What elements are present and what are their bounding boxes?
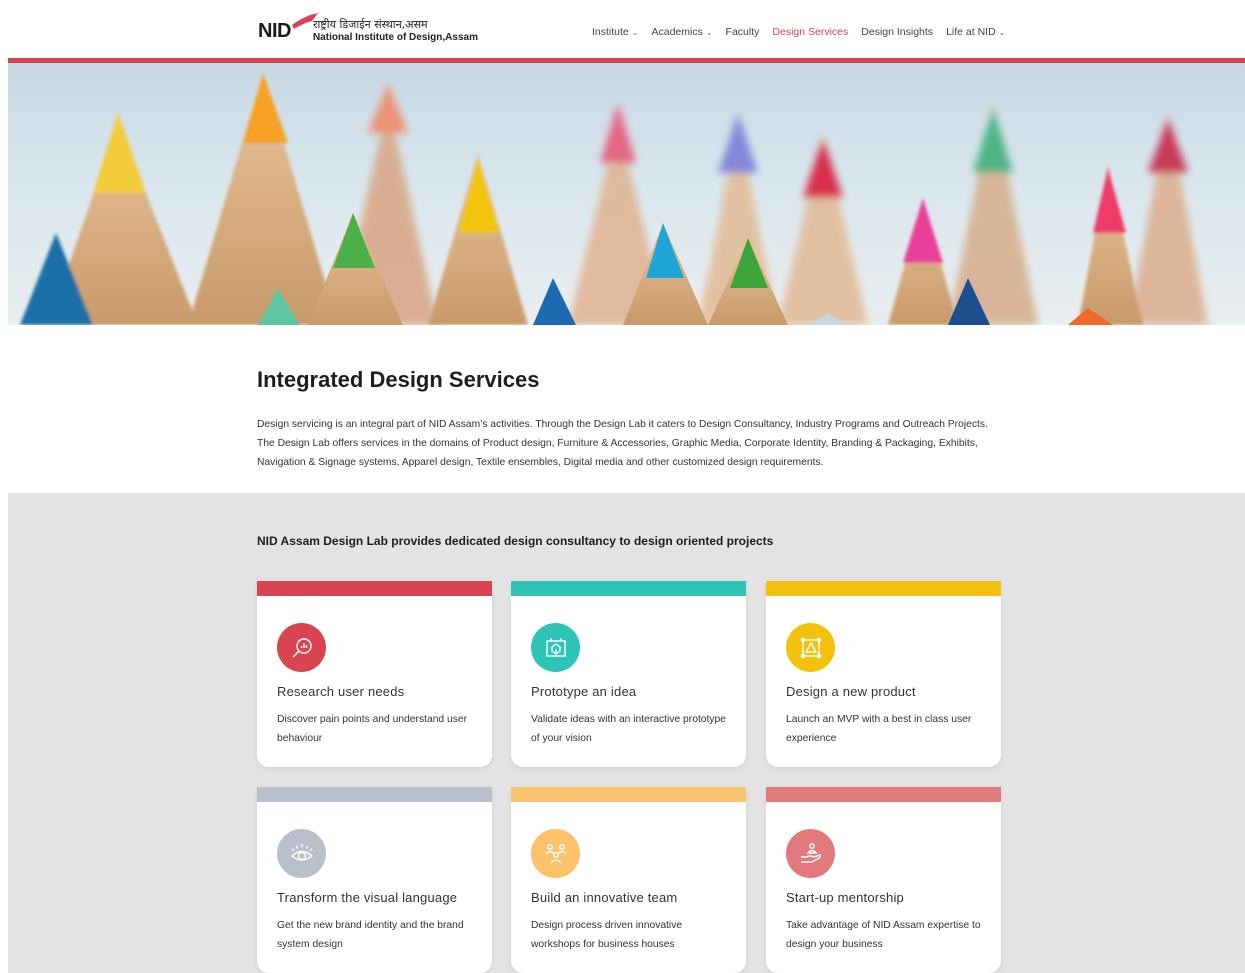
intro-paragraph: Design servicing is an integral part of … (257, 419, 988, 468)
logo-text: राष्ट्रीय डिजाईन संस्थान,असम National In… (312, 18, 478, 43)
chevron-down-icon: ⌄ (631, 27, 639, 37)
card-color-bar (257, 581, 492, 596)
services-heading: NID Assam Design Lab provides dedicated … (257, 534, 774, 548)
chevron-down-icon: ⌄ (998, 27, 1006, 37)
card-color-bar (766, 581, 1001, 596)
service-card-research[interactable]: Research user needs Discover pain points… (257, 581, 492, 767)
service-card-design-product[interactable]: Design a new product Launch an MVP with … (766, 581, 1001, 767)
nav-item-academics[interactable]: Academics ⌄ (651, 26, 712, 38)
nav-item-institute[interactable]: Institute ⌄ (592, 26, 638, 38)
nav-label: Academics (651, 26, 703, 38)
card-description: Launch an MVP with a best in class user … (786, 714, 972, 744)
card-title: Prototype an idea (531, 684, 637, 699)
nav-label: Design Services (772, 26, 849, 38)
chevron-down-icon: ⌄ (705, 27, 713, 37)
prototype-icon (531, 623, 580, 672)
card-title: Research user needs (277, 684, 405, 699)
site-logo[interactable]: NID राष्ट्रीय डिजाईन संस्थान,असम Nationa… (258, 13, 478, 43)
card-description: Design process driven innovative worksho… (531, 920, 683, 950)
logo-mark: NID (258, 19, 291, 42)
colored-pencils-illustration (20, 73, 1208, 325)
card-color-bar (511, 581, 746, 596)
service-card-visual-language[interactable]: Transform the visual language Get the ne… (257, 787, 492, 973)
service-card-prototype[interactable]: Prototype an idea Validate ideas with an… (511, 581, 746, 767)
card-title: Design a new product (786, 684, 916, 699)
card-description: Discover pain points and understand user… (277, 714, 468, 744)
product-design-icon (786, 623, 835, 672)
card-color-bar (257, 787, 492, 802)
research-icon (277, 623, 326, 672)
card-color-bar (766, 787, 1001, 802)
logo-english-name: National Institute of Design,Assam (312, 31, 478, 43)
page-title: Integrated Design Services (257, 367, 540, 392)
hero-banner-image (8, 63, 1245, 325)
logo-swoosh-icon (292, 13, 318, 29)
nav-label: Design Insights (861, 26, 934, 38)
team-icon (531, 829, 580, 878)
nav-item-design-insights[interactable]: Design Insights (861, 26, 933, 38)
nav-label: Institute (592, 26, 629, 38)
card-description: Take advantage of NID Assam expertise to… (786, 920, 981, 950)
nav-label: Faculty (725, 26, 760, 38)
logo-hindi-name: राष्ट्रीय डिजाईन संस्थान,असम (312, 18, 428, 31)
card-description: Get the new brand identity and the brand… (277, 920, 464, 950)
nav-item-life-at-nid[interactable]: Life at NID ⌄ (946, 26, 1005, 38)
service-card-innovative-team[interactable]: Build an innovative team Design process … (511, 787, 746, 973)
nav-item-design-services[interactable]: Design Services (772, 26, 848, 38)
service-card-startup-mentorship[interactable]: Start-up mentorship Take advantage of NI… (766, 787, 1001, 973)
card-color-bar (511, 787, 746, 802)
card-title: Build an innovative team (531, 890, 678, 905)
eye-icon (277, 829, 326, 878)
mentorship-icon (786, 829, 835, 878)
main-nav: Institute ⌄ Academics ⌄ Faculty Design S… (592, 26, 1005, 38)
card-title: Transform the visual language (277, 890, 458, 905)
nav-item-faculty[interactable]: Faculty (726, 26, 760, 38)
card-title: Start-up mentorship (786, 890, 904, 905)
nav-label: Life at NID (946, 26, 996, 38)
intro-section: Integrated Design Services Design servic… (257, 367, 997, 472)
card-description: Validate ideas with an interactive proto… (531, 714, 726, 744)
